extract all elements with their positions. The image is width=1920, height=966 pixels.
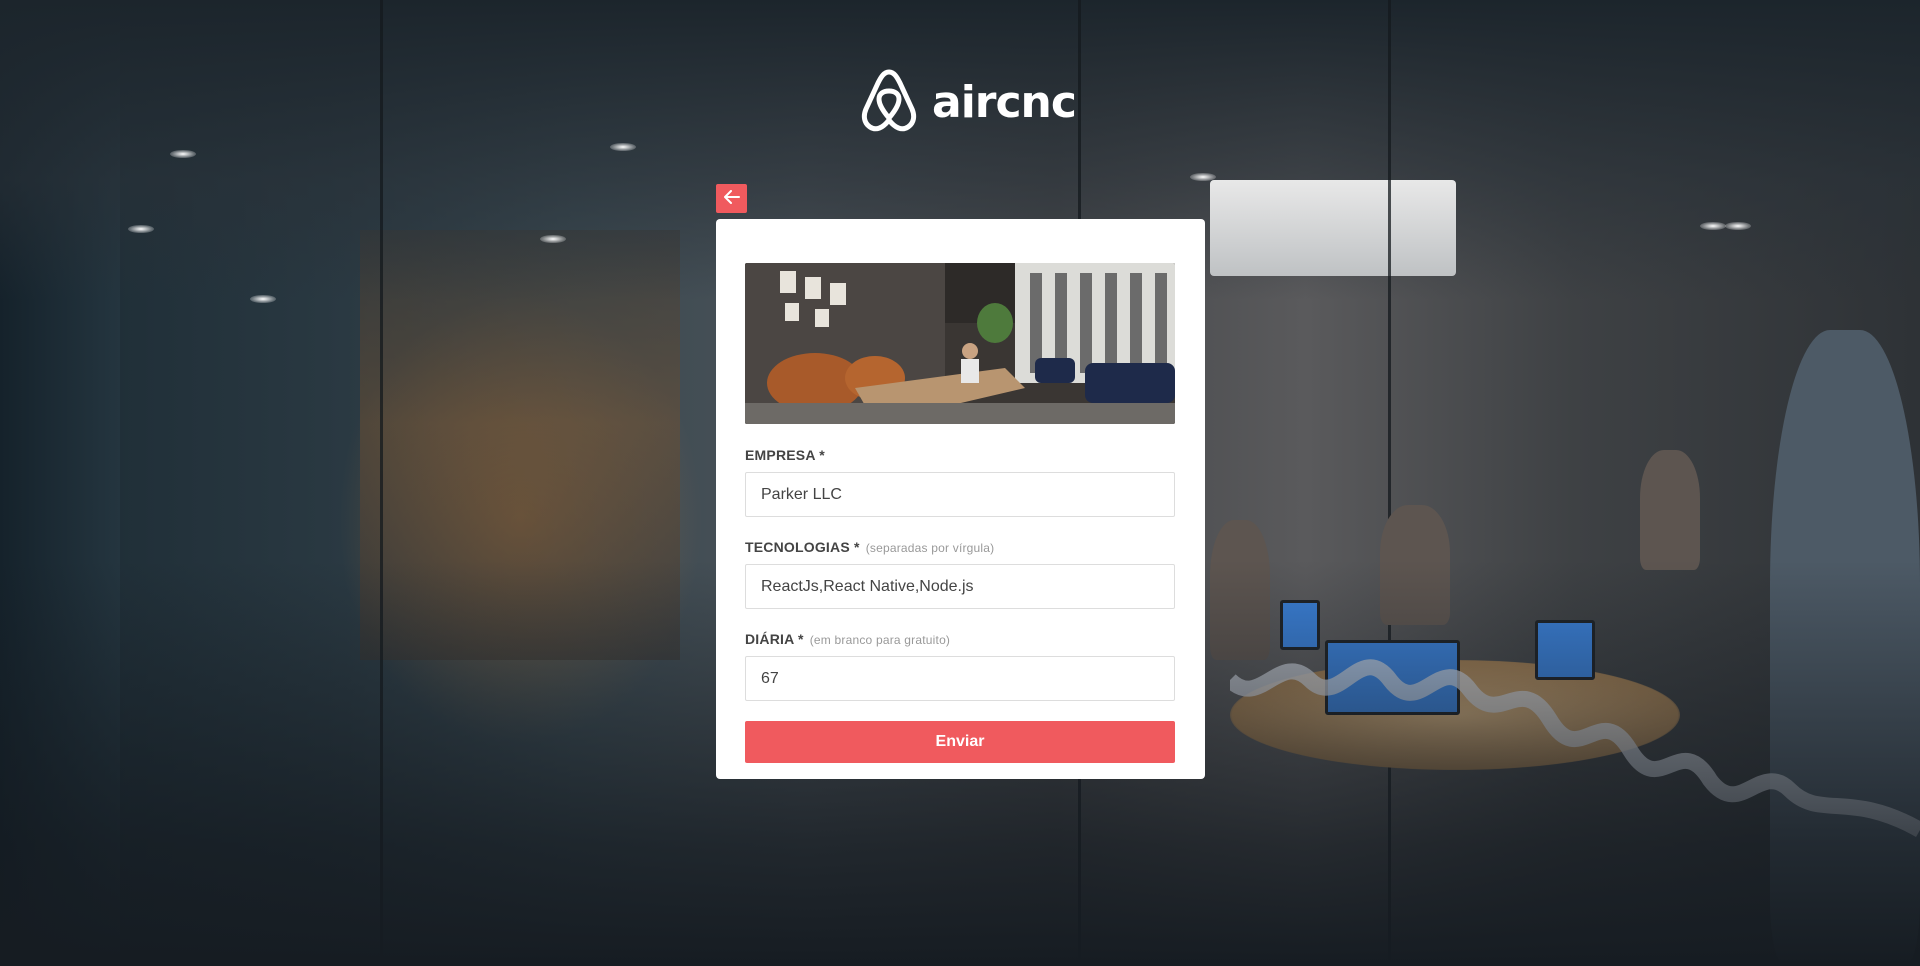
back-button[interactable]	[716, 184, 747, 213]
app-logo-text: aircnc	[932, 76, 1077, 128]
techs-hint: (separadas por vírgula)	[865, 541, 995, 555]
new-spot-card: EMPRESA * TECNOLOGIAS * (separadas por v…	[716, 219, 1205, 779]
price-label: DIÁRIA * (em branco para gratuito)	[745, 631, 951, 647]
airbnb-belo-icon	[860, 68, 918, 137]
arrow-left-icon	[723, 190, 740, 207]
techs-label: TECNOLOGIAS * (separadas por vírgula)	[745, 539, 995, 555]
thumbnail-image	[745, 263, 1175, 424]
thumbnail-preview[interactable]	[745, 263, 1175, 424]
submit-button[interactable]: Enviar	[745, 721, 1175, 763]
price-input[interactable]	[745, 656, 1175, 701]
techs-input[interactable]	[745, 564, 1175, 609]
app-logo: aircnc	[860, 68, 1077, 137]
company-input[interactable]	[745, 472, 1175, 517]
price-hint: (em branco para gratuito)	[809, 633, 951, 647]
company-label: EMPRESA *	[745, 447, 825, 463]
